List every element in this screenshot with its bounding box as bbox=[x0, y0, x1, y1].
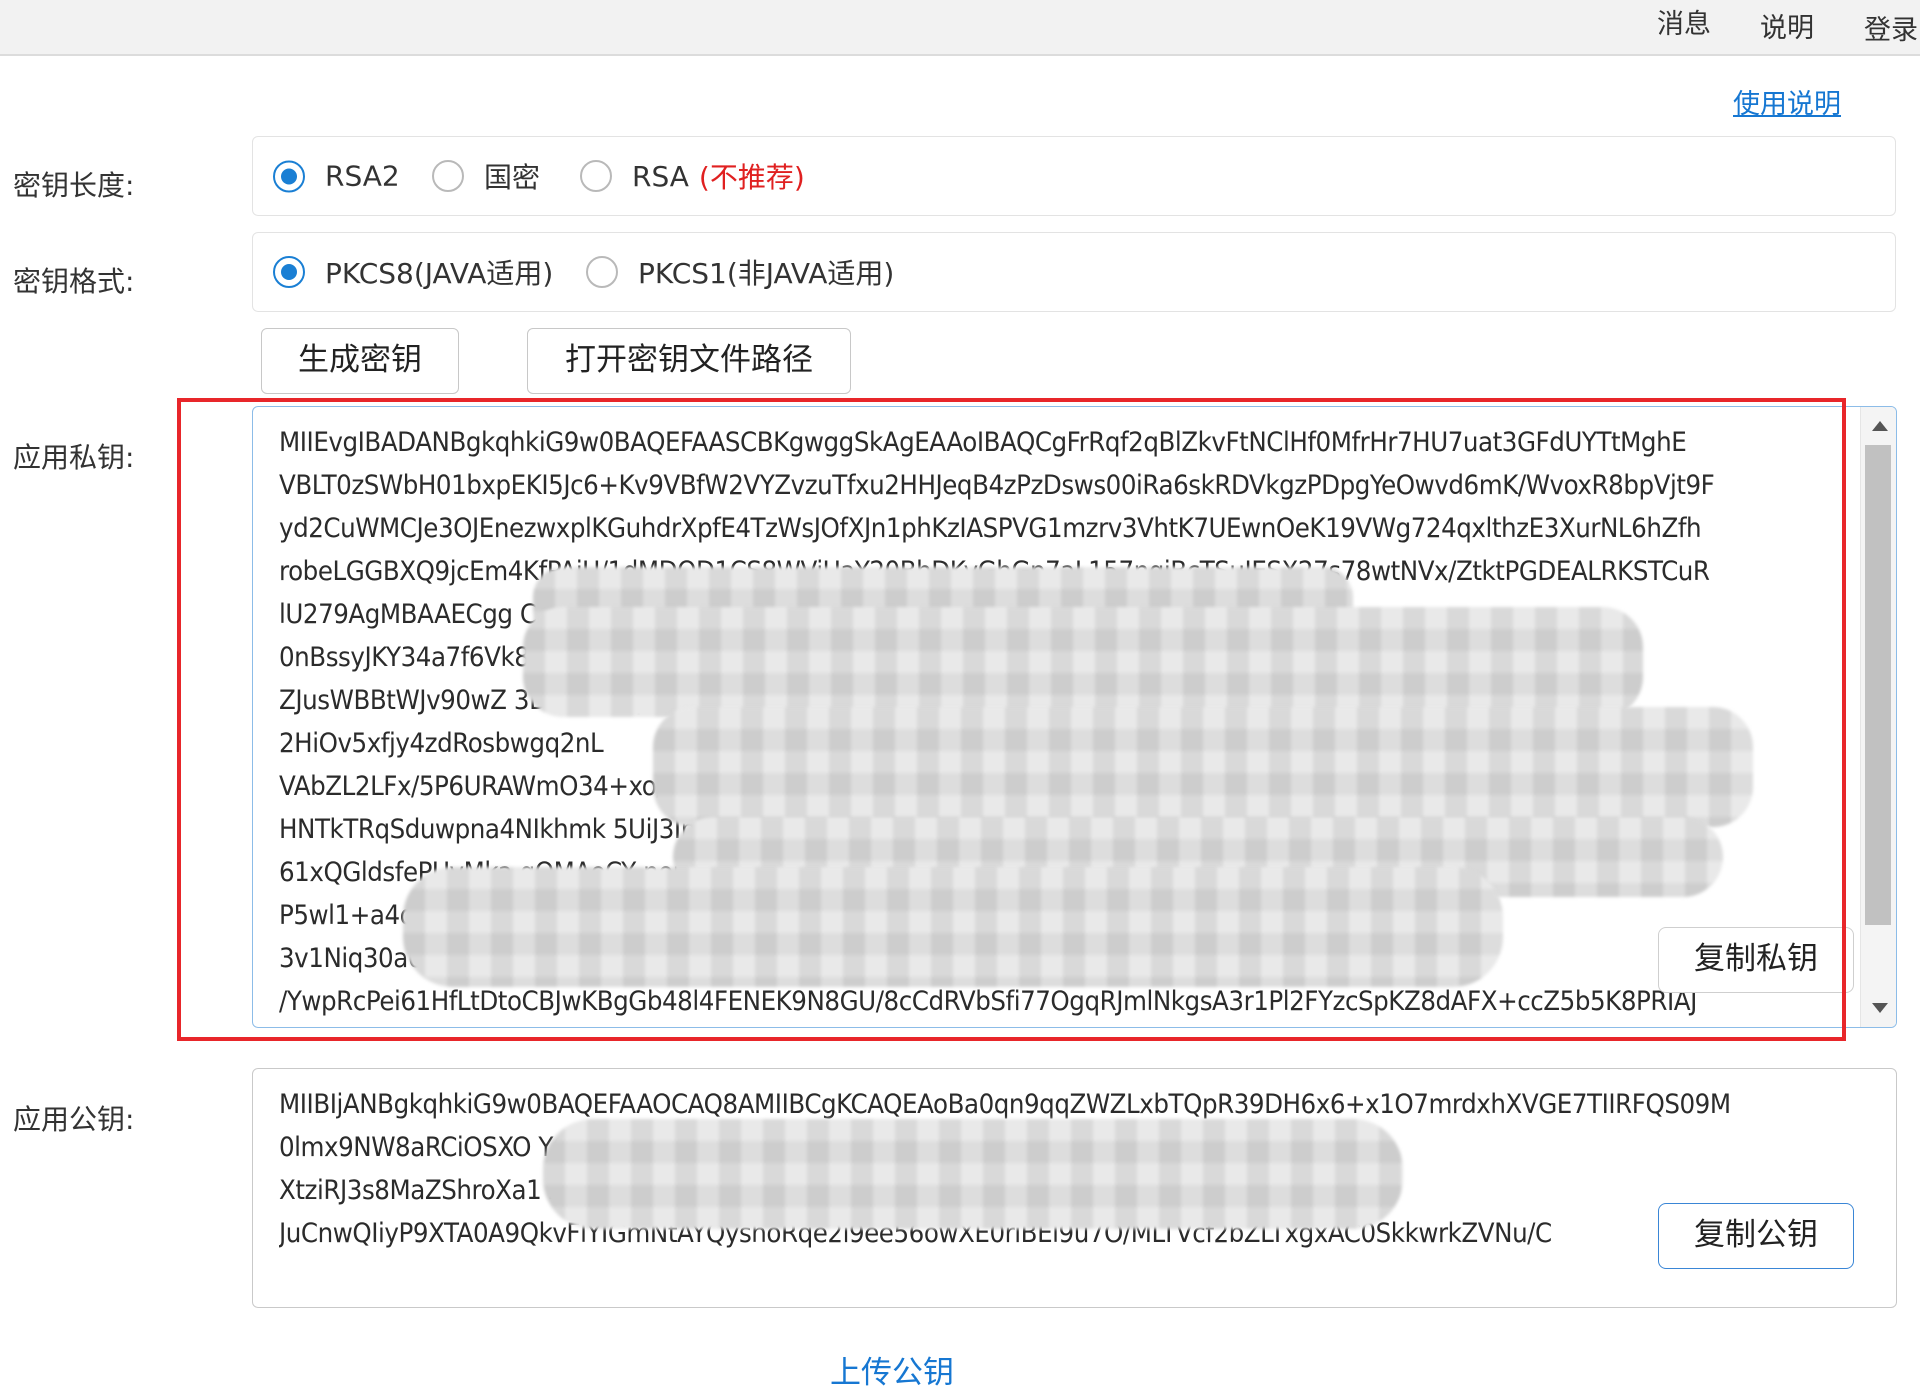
key-line: VBLT0zSWbH01bxpEKI5Jc6+Kv9VBfW2VYZvzuTfx… bbox=[279, 470, 1715, 501]
nav-messages[interactable]: 消息 bbox=[1657, 2, 1711, 41]
radio-label: 国密 bbox=[484, 161, 541, 194]
redaction-mask bbox=[543, 1119, 1403, 1229]
open-key-path-button[interactable]: 打开密钥文件路径 bbox=[527, 328, 851, 394]
public-key-label: 应用公钥: bbox=[13, 1103, 135, 1136]
radio-circle bbox=[580, 160, 612, 192]
redaction-mask bbox=[403, 867, 1503, 987]
key-line: MIIEvgIBADANBgkqhkiG9w0BAQEFAASCBKgwggSk… bbox=[279, 427, 1687, 458]
copy-private-key-button[interactable]: 复制私钥 bbox=[1658, 927, 1854, 993]
private-key-label: 应用私钥: bbox=[13, 441, 135, 474]
radio-rsa[interactable]: RSA (不推荐) bbox=[580, 156, 805, 196]
radio-circle bbox=[586, 256, 618, 288]
nav-help[interactable]: 说明 bbox=[1760, 6, 1814, 45]
upload-public-key-link[interactable]: 上传公钥 bbox=[830, 1347, 954, 1392]
radio-circle bbox=[273, 160, 305, 192]
top-bar: 消息 说明 登录 bbox=[0, 0, 1920, 56]
public-key-textarea[interactable]: MIIBIjANBgkqhkiG9w0BAQEFAAOCAQ8AMIIBCgKC… bbox=[252, 1068, 1897, 1308]
radio-pkcs8[interactable]: PKCS8(JAVA适用) bbox=[273, 252, 553, 292]
radio-circle bbox=[432, 160, 464, 192]
usage-guide-link[interactable]: 使用说明 bbox=[1733, 82, 1841, 121]
nav-login[interactable]: 登录 bbox=[1864, 8, 1918, 47]
copy-public-key-button[interactable]: 复制公钥 bbox=[1658, 1203, 1854, 1269]
radio-rsa2[interactable]: RSA2 bbox=[273, 160, 400, 193]
radio-label: RSA bbox=[632, 159, 689, 193]
key-length-group: RSA2 国密 RSA (不推荐) bbox=[252, 136, 1896, 216]
not-recommended-note: (不推荐) bbox=[698, 161, 805, 194]
private-key-textarea[interactable]: MIIEvgIBADANBgkqhkiG9w0BAQEFAASCBKgwggSk… bbox=[252, 406, 1897, 1028]
radio-label: PKCS8(JAVA适用) bbox=[325, 257, 554, 290]
scroll-up-icon[interactable] bbox=[1872, 421, 1888, 431]
radio-label: RSA2 bbox=[325, 159, 400, 193]
radio-label: PKCS1(非JAVA适用) bbox=[638, 257, 895, 290]
radio-circle bbox=[273, 256, 305, 288]
scroll-thumb[interactable] bbox=[1865, 445, 1891, 925]
key-line: yd2CuWMCJe3OJEnezwxplKGuhdrXpfE4TzWsJOfX… bbox=[279, 513, 1702, 544]
radio-sm[interactable]: 国密 bbox=[432, 156, 540, 196]
redaction-mask bbox=[523, 607, 1643, 717]
redaction-mask bbox=[653, 707, 1753, 827]
scroll-down-icon[interactable] bbox=[1872, 1003, 1888, 1013]
key-format-label: 密钥格式: bbox=[13, 265, 135, 298]
key-length-label: 密钥长度: bbox=[13, 169, 135, 202]
key-format-group: PKCS8(JAVA适用) PKCS1(非JAVA适用) bbox=[252, 232, 1896, 312]
generate-key-button[interactable]: 生成密钥 bbox=[261, 328, 459, 394]
radio-pkcs1[interactable]: PKCS1(非JAVA适用) bbox=[586, 252, 894, 292]
private-key-scrollbar[interactable] bbox=[1860, 407, 1896, 1027]
